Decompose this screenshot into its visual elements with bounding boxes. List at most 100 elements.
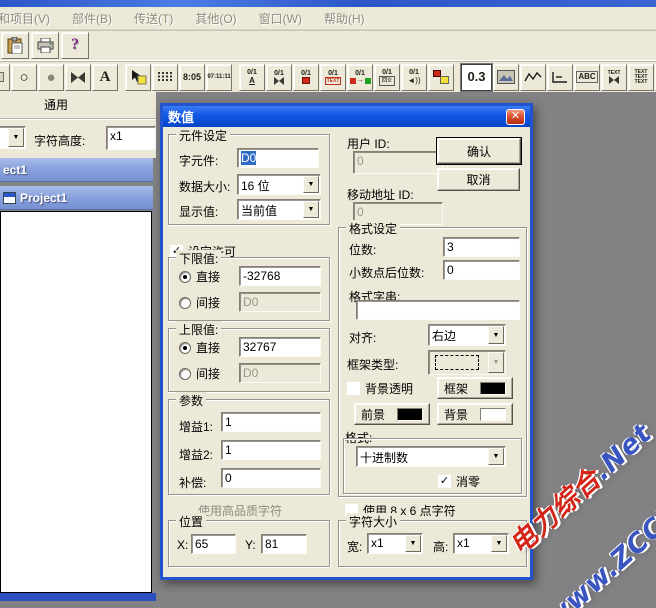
- valve-tool-button[interactable]: [65, 64, 91, 91]
- upper-indirect-radio[interactable]: 间接: [179, 365, 220, 382]
- parts-toolbar: ○ ● A 8:05 97:11:11 0/1A 0/1 0/1 0/1TEXT…: [0, 61, 656, 92]
- circle-icon: ○: [19, 70, 28, 85]
- radio-off-icon: [179, 368, 191, 380]
- char-height-input[interactable]: x1: [106, 126, 156, 150]
- mdi-window-titlebar-1[interactable]: ect1: [0, 158, 153, 182]
- lower-direct-radio[interactable]: 直接: [179, 268, 220, 285]
- gain1-input[interactable]: 1: [221, 412, 321, 432]
- touch-tool-button[interactable]: [125, 64, 151, 91]
- chevron-down-icon[interactable]: ▼: [303, 201, 319, 218]
- help-button[interactable]: ?: [61, 32, 89, 59]
- switch-valve-tool-button[interactable]: 0/1: [266, 64, 292, 91]
- clipboard-icon: [7, 37, 23, 54]
- menu-item-window[interactable]: 窗口(W): [248, 8, 313, 29]
- char-width-label: 宽:: [347, 538, 362, 555]
- chevron-down-icon[interactable]: ▼: [8, 128, 24, 147]
- chevron-down-icon[interactable]: ▼: [405, 535, 421, 552]
- switch-lamp-tool-button[interactable]: 0/1: [293, 64, 319, 91]
- word-device-input[interactable]: D0: [237, 148, 319, 168]
- word-lamp-icon: 回9:: [379, 76, 394, 86]
- decimals-label: 小数点后位数:: [349, 264, 424, 281]
- align-select[interactable]: 右边 ▼: [428, 324, 506, 346]
- menu-item-other[interactable]: 其他(O): [184, 8, 247, 29]
- switch-text-a-tool-button[interactable]: 0/1A: [239, 64, 265, 91]
- paste-button[interactable]: [1, 32, 29, 59]
- char-height-select[interactable]: x1 ▼: [453, 533, 509, 554]
- display-value-select[interactable]: 当前值 ▼: [237, 199, 321, 220]
- foreground-color-button[interactable]: 前景: [354, 403, 430, 425]
- drawing-canvas[interactable]: [0, 211, 152, 593]
- app-window: 和项目(V) 部件(B) 传送(T) 其他(O) 窗口(W) 帮助(H) ? ○…: [0, 0, 656, 608]
- user-id-input: 0: [353, 151, 443, 174]
- text-list-tool-button[interactable]: TEXTTEXTTEXT: [628, 64, 654, 91]
- ok-button[interactable]: 确认: [437, 138, 521, 164]
- left-properties-panel: 通用 ▼ 字符高度: x1: [0, 92, 156, 158]
- date-icon: 97:11:11: [207, 74, 230, 80]
- lower-direct-input[interactable]: -32768: [239, 266, 321, 286]
- menu-item-help[interactable]: 帮助(H): [313, 8, 376, 29]
- pos-x-input[interactable]: 65: [191, 534, 236, 554]
- close-button[interactable]: ✕: [506, 109, 525, 125]
- dashed-frame-preview-icon: [435, 355, 479, 370]
- bar-meter-tool-button[interactable]: [547, 64, 573, 91]
- valve-text-tool-button[interactable]: TEXT: [601, 64, 627, 91]
- close-icon: ✕: [511, 110, 520, 122]
- image-tool-button[interactable]: [493, 64, 519, 91]
- chevron-down-icon[interactable]: ▼: [303, 176, 319, 193]
- frame-type-label: 框架类型:: [347, 356, 398, 373]
- zero-suppress-checkbox[interactable]: ✓ 消零: [438, 473, 480, 490]
- color-boxes-tool-button[interactable]: [428, 64, 454, 91]
- numeric-display-tool-button[interactable]: 0.3: [461, 64, 492, 91]
- pos-y-label: Y:: [245, 538, 256, 552]
- data-size-select[interactable]: 16 位 ▼: [237, 174, 321, 195]
- menu-item-parts[interactable]: 部件(B): [61, 8, 123, 29]
- char-width-select[interactable]: x1 ▼: [367, 533, 423, 554]
- mdi-window-bottom-border: [0, 593, 156, 601]
- switch-text-label-tool-button[interactable]: 0/1TEXT: [320, 64, 346, 91]
- buzzer-tool-button[interactable]: 0/1◄)): [401, 64, 427, 91]
- format-type-select[interactable]: 十进制数 ▼: [356, 446, 506, 467]
- background-color-button[interactable]: 背景: [437, 403, 513, 425]
- date-tool-button[interactable]: 97:11:11: [206, 64, 232, 91]
- upper-direct-input[interactable]: 32767: [239, 337, 321, 357]
- valve-icon: [69, 71, 87, 84]
- menu-item-view-project[interactable]: 和项目(V): [0, 8, 61, 29]
- switch-change-tool-button[interactable]: 0/1→: [347, 64, 373, 91]
- pos-y-input[interactable]: 81: [261, 534, 307, 554]
- state-change-icon: →: [350, 77, 371, 84]
- chevron-down-icon[interactable]: ▼: [488, 448, 504, 465]
- word-lamp-tool-button[interactable]: 0/1回9:: [374, 64, 400, 91]
- left-combo-cut[interactable]: ▼: [0, 126, 26, 149]
- circle-tool-button[interactable]: ○: [11, 64, 37, 91]
- print-button[interactable]: [31, 32, 59, 59]
- alarm-text-tool-button[interactable]: ABC: [574, 64, 600, 91]
- offset-input[interactable]: 0: [221, 468, 321, 488]
- dialog-titlebar[interactable]: 数值 ✕: [163, 106, 530, 127]
- app-titlebar-strip[interactable]: [0, 0, 656, 7]
- mdi-window-titlebar-2[interactable]: Project1: [0, 186, 153, 210]
- clock-tool-button[interactable]: 8:05: [179, 64, 205, 91]
- chevron-down-icon[interactable]: ▼: [488, 326, 504, 344]
- background-color-swatch: [480, 408, 506, 421]
- parameters-group: 参数 增益1: 1 增益2: 1 补偿: 0: [168, 399, 330, 495]
- trend-graph-tool-button[interactable]: [520, 64, 546, 91]
- decimals-input[interactable]: 0: [443, 260, 520, 280]
- clock-icon: 8:05: [183, 72, 201, 82]
- filled-circle-tool-button[interactable]: ●: [38, 64, 64, 91]
- cancel-button[interactable]: 取消: [437, 168, 520, 191]
- rectangle-tool-button[interactable]: [0, 64, 10, 91]
- text-tool-button[interactable]: A: [92, 64, 118, 91]
- tab-general[interactable]: 通用: [44, 96, 68, 113]
- menu-item-transfer[interactable]: 传送(T): [123, 8, 184, 29]
- speaker-icon: ◄)): [407, 76, 420, 85]
- upper-direct-radio[interactable]: 直接: [179, 339, 220, 356]
- lower-indirect-radio[interactable]: 间接: [179, 294, 220, 311]
- window-icon: [3, 192, 16, 204]
- digits-input[interactable]: 3: [443, 237, 520, 257]
- bg-transparent-checkbox[interactable]: 背景透明: [347, 380, 413, 397]
- lamp-matrix-tool-button[interactable]: [152, 64, 178, 91]
- position-group: 位置 X: 65 Y: 81: [168, 520, 330, 567]
- gain2-input[interactable]: 1: [221, 440, 321, 460]
- format-string-input[interactable]: [356, 300, 520, 320]
- frame-color-button[interactable]: 框架: [437, 377, 513, 399]
